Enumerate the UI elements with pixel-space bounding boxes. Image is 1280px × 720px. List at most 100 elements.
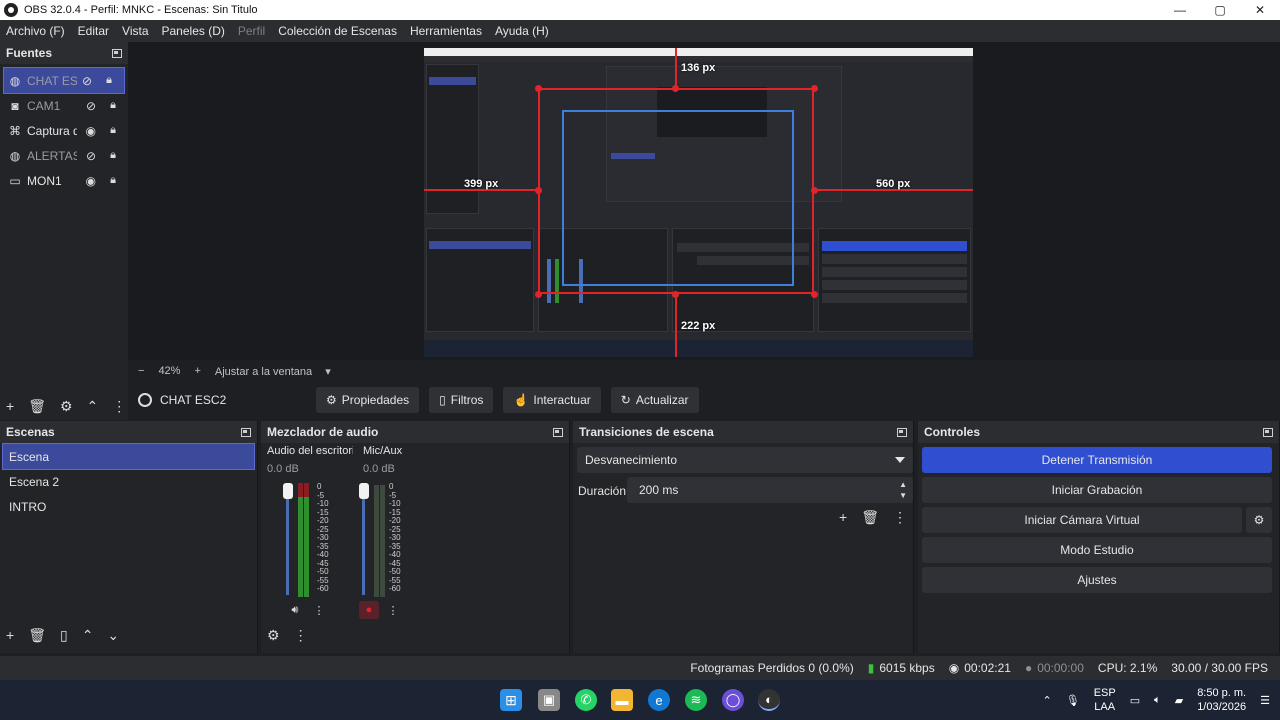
microphone-icon[interactable]: 🎙︎ [1066,694,1080,707]
undock-icon[interactable] [897,427,907,437]
refresh-button[interactable]: ↻ Actualizar [610,387,699,413]
zoom-out-button[interactable]: − [138,365,144,377]
menu-coleccion-escenas[interactable]: Colección de Escenas [278,24,397,38]
lock-icon[interactable]: 🔒︎ [110,174,116,187]
obs-taskbar-icon[interactable]: ◐ [758,689,780,711]
resize-handle[interactable] [811,85,818,92]
volume-slider-knob[interactable] [283,483,293,499]
zoom-in-button[interactable]: + [194,365,200,377]
scene-item-escena-2[interactable]: Escena 2 [0,469,257,494]
preview-canvas[interactable]: 136 px 399 px 560 px 222 px [424,48,973,357]
eye-icon[interactable]: ◉ [86,124,96,138]
more-icon[interactable]: ⋮ [383,601,403,619]
lock-icon[interactable]: 🔒︎ [110,99,116,112]
volume-slider-track[interactable] [362,491,365,595]
menu-herramientas[interactable]: Herramientas [410,24,482,38]
chevron-down-icon[interactable]: ⌄ [107,627,119,644]
menu-perfil[interactable]: Perfil [238,24,265,38]
interact-button[interactable]: ☝ Interactuar [503,387,601,413]
trash-icon[interactable]: 🗑︎ [861,509,879,526]
studio-mode-button[interactable]: Modo Estudio [922,537,1272,563]
source-item-alertas[interactable]: ◍ ALERTAS ⊘ 🔒︎ [0,143,128,168]
undock-icon[interactable] [241,427,251,437]
zoom-fit-select[interactable]: Ajustar a la ventana ▾ [215,365,331,378]
windows-start-icon[interactable]: ⊞ [500,689,522,711]
minimize-button[interactable]: — [1160,0,1200,20]
volume-icon[interactable]: 🔈︎ [1154,694,1161,707]
volume-slider-knob[interactable] [359,483,369,499]
gear-icon[interactable]: ⚙ [60,398,73,415]
scene-item-escena[interactable]: Escena [2,443,255,470]
eye-hidden-icon[interactable]: ⊘ [86,99,96,113]
undock-icon[interactable] [112,48,122,58]
eye-icon[interactable]: ◉ [86,174,96,188]
spotify-icon[interactable]: ≋ [685,689,707,711]
lock-icon[interactable]: 🔒︎ [106,74,112,87]
settings-button[interactable]: Ajustes [922,567,1272,593]
trash-icon[interactable]: 🗑︎ [28,398,46,415]
resize-handle[interactable] [535,187,542,194]
start-recording-button[interactable]: Iniciar Grabación [922,477,1272,503]
more-icon[interactable]: ⋮ [294,627,308,644]
file-explorer-icon[interactable]: ▬ [611,689,633,711]
maximize-button[interactable]: ▢ [1200,0,1240,20]
language-indicator[interactable]: ESP LAA [1094,686,1116,714]
spinner-icon[interactable]: ▲ ▼ [899,479,907,501]
close-button[interactable]: ✕ [1240,0,1280,20]
more-icon[interactable]: ⋮ [309,601,329,619]
stop-streaming-button[interactable]: Detener Transmisión [922,447,1272,473]
more-icon[interactable]: ⋮ [893,509,907,526]
app-icon[interactable]: ◯ [722,689,744,711]
chevron-up-icon[interactable]: ⌃ [82,627,94,644]
battery-icon[interactable]: ▰ [1175,694,1183,707]
duration-input[interactable]: 200 ms ▲ ▼ [627,477,913,503]
menu-paneles[interactable]: Paneles (D) [162,24,225,38]
network-icon[interactable]: ▭ [1130,694,1140,707]
transition-select[interactable]: Desvanecimiento [577,447,913,473]
add-icon[interactable]: + [6,398,14,414]
virtual-camera-settings-button[interactable]: ⚙ [1246,507,1272,533]
eye-hidden-icon[interactable]: ⊘ [82,74,92,88]
resize-handle[interactable] [535,291,542,298]
add-icon[interactable]: + [6,627,14,643]
chevron-up-icon[interactable]: ⌃ [1043,694,1052,707]
resize-handle[interactable] [672,291,679,298]
more-icon[interactable]: ⋮ [112,398,126,415]
menu-archivo[interactable]: Archivo (F) [6,24,65,38]
task-view-icon[interactable]: ▣ [538,689,560,711]
resize-handle[interactable] [811,187,818,194]
filters-button[interactable]: ▯ Filtros [429,387,494,413]
menu-vista[interactable]: Vista [122,24,148,38]
source-item-cam1[interactable]: ◙ CAM1 ⊘ 🔒︎ [0,93,128,118]
eye-hidden-icon[interactable]: ⊘ [86,149,96,163]
scene-item-intro[interactable]: INTRO [0,494,257,519]
lock-icon[interactable]: 🔒︎ [110,124,116,137]
source-item-mon1[interactable]: ▭ MON1 ◉ 🔒︎ [0,168,128,193]
mic-muted-icon[interactable]: ● [359,601,379,619]
undock-icon[interactable] [1263,427,1273,437]
notifications-icon[interactable]: ☰ [1260,694,1270,707]
clock[interactable]: 8:50 p. m. 1/03/2026 [1197,686,1246,714]
chevron-up-icon[interactable]: ⌃ [87,398,99,415]
resize-handle[interactable] [672,85,679,92]
source-item-captura[interactable]: ⌘ Captura d ◉ 🔒︎ [0,118,128,143]
undock-icon[interactable] [553,427,563,437]
resize-handle[interactable] [535,85,542,92]
whatsapp-icon[interactable]: ✆ [575,689,597,711]
lock-icon[interactable]: 🔒︎ [110,149,116,162]
edge-icon[interactable]: e [648,689,670,711]
volume-slider-track[interactable] [286,491,289,595]
source-item-chat-esc[interactable]: ◍ CHAT ESC ⊘ 🔒︎ [3,67,125,94]
gear-icon[interactable]: ⚙ [267,627,280,644]
menu-editar[interactable]: Editar [78,24,109,38]
add-icon[interactable]: + [839,509,847,526]
filter-icon[interactable]: ▯ [60,627,68,644]
speaker-icon[interactable]: 🔊︎ [285,601,305,619]
preview-area[interactable]: 136 px 399 px 560 px 222 px [128,42,1280,360]
menu-ayuda[interactable]: Ayuda (H) [495,24,549,38]
properties-button[interactable]: ⚙ Propiedades [316,387,420,413]
selected-source-box[interactable] [538,88,814,294]
resize-handle[interactable] [811,291,818,298]
start-virtual-camera-button[interactable]: Iniciar Cámara Virtual [922,507,1242,533]
trash-icon[interactable]: 🗑︎ [28,627,46,644]
